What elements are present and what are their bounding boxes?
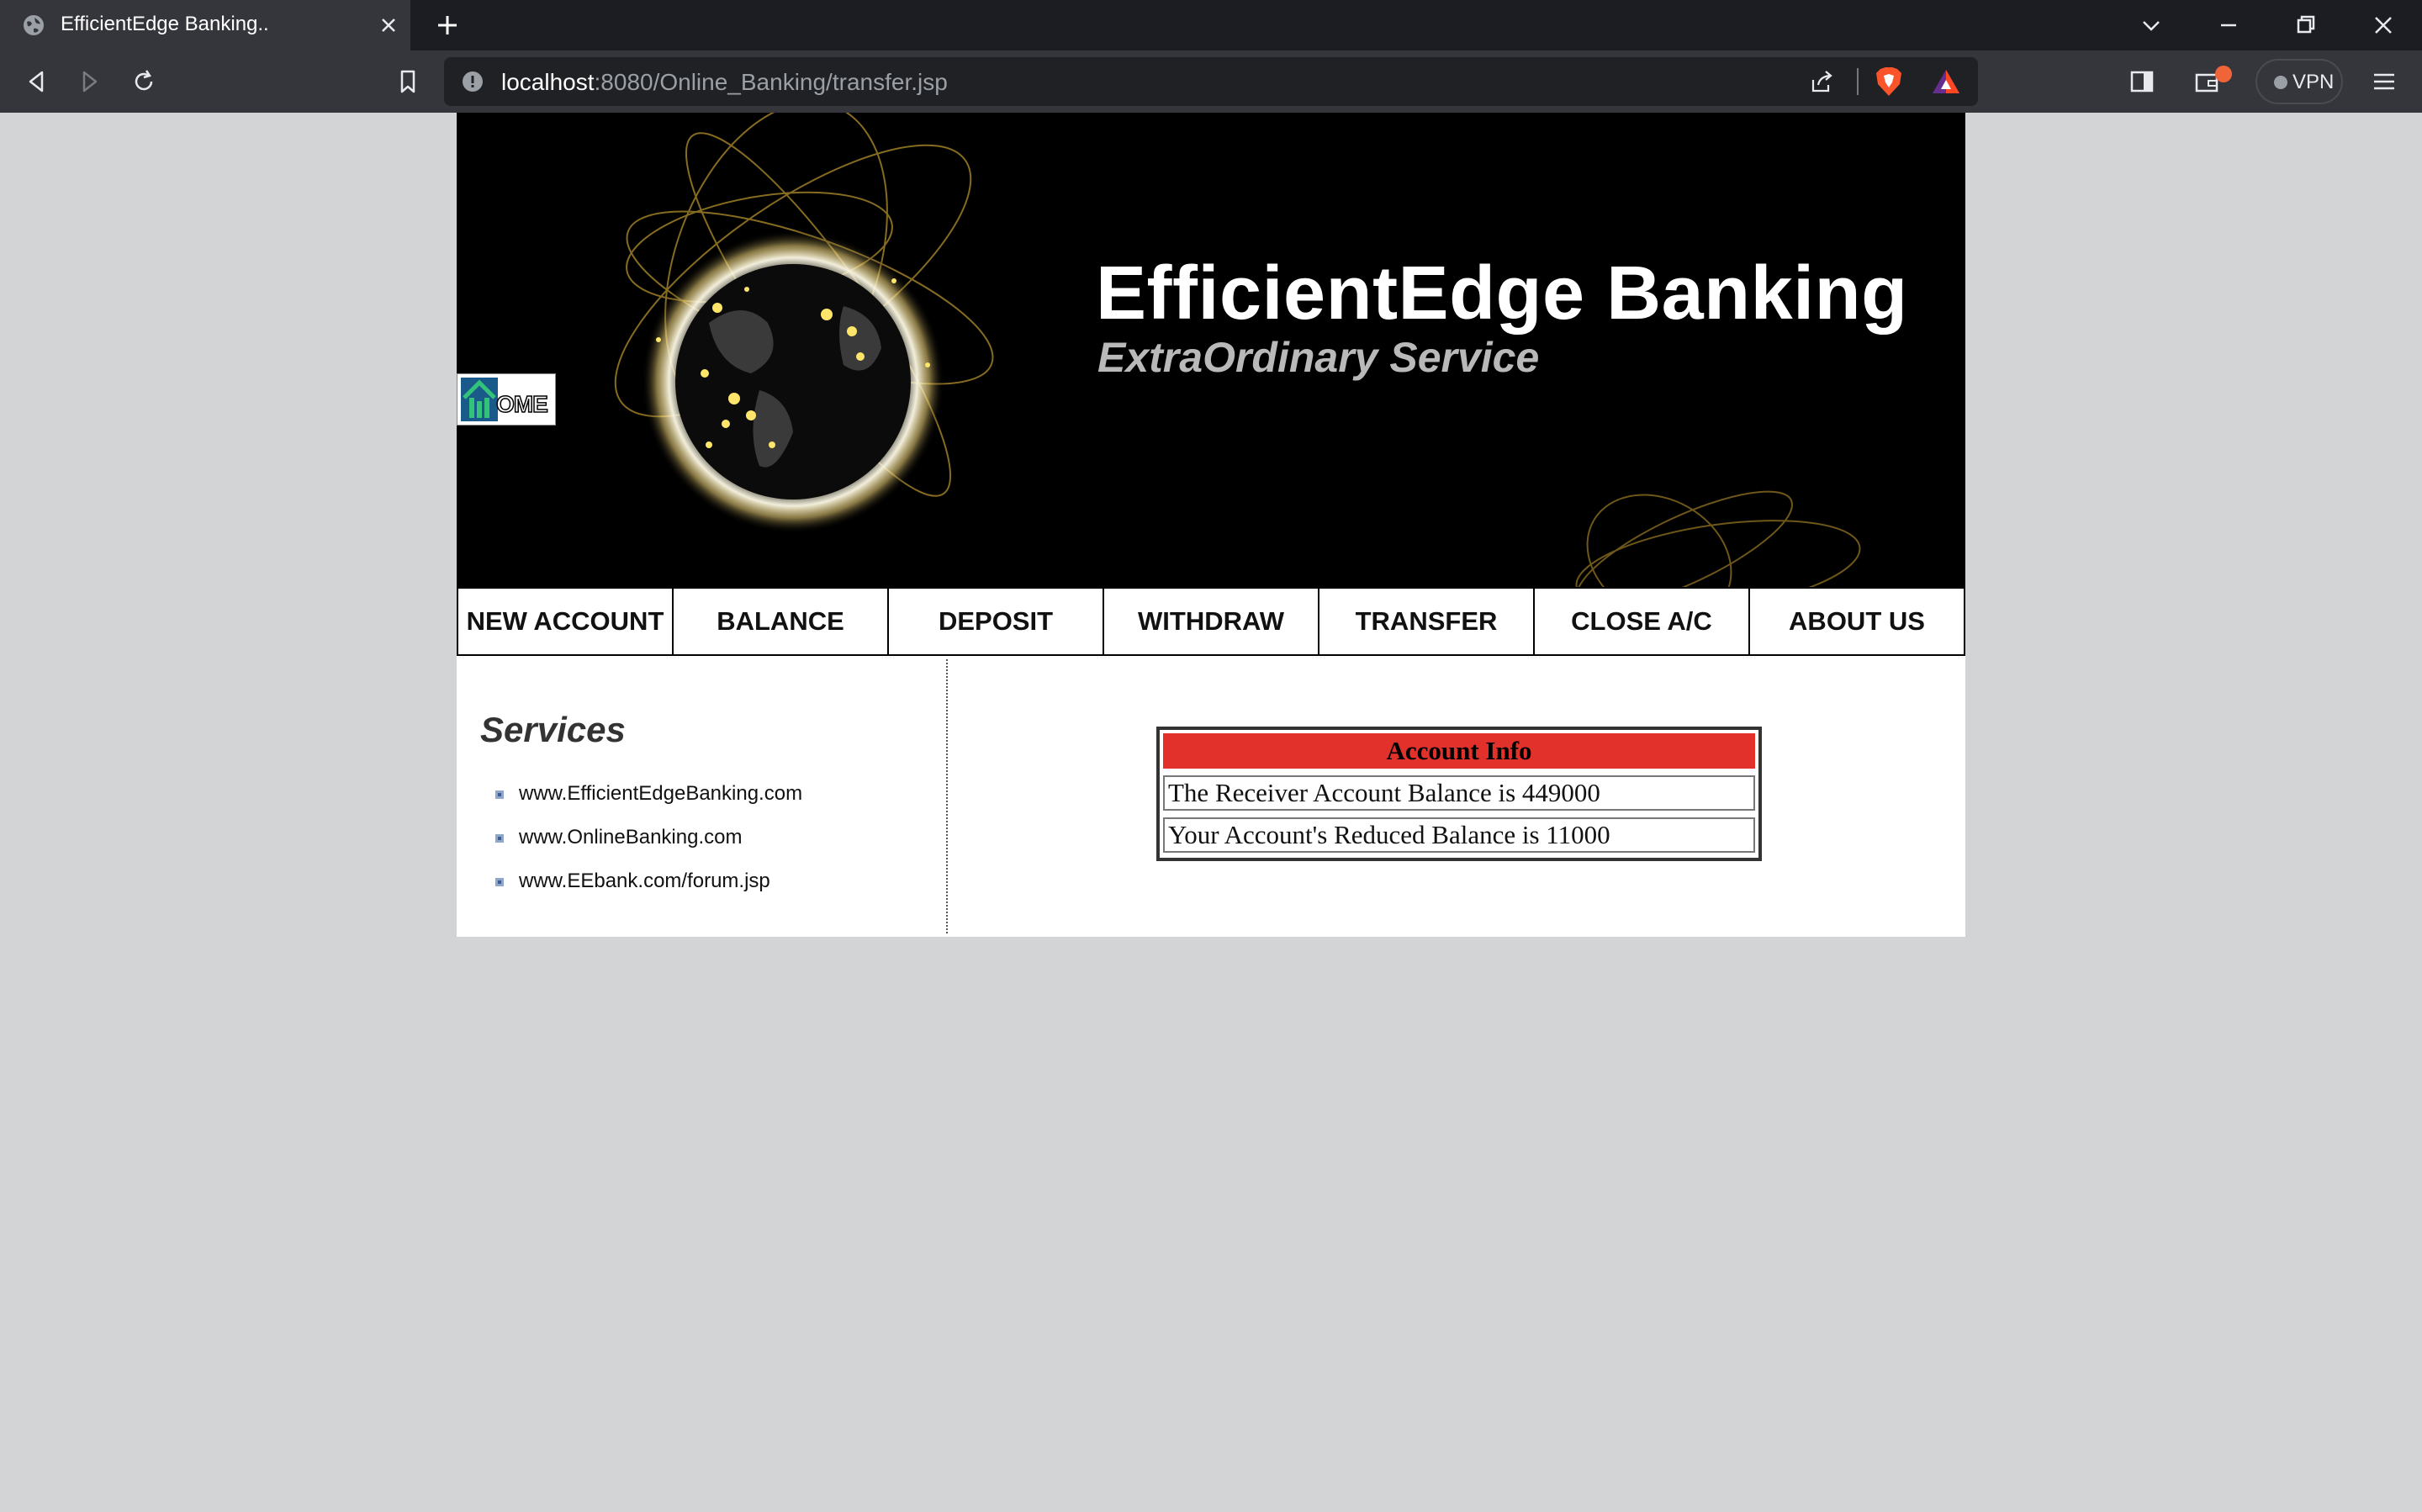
close-tab-icon[interactable] bbox=[377, 13, 400, 37]
url-divider bbox=[1857, 68, 1859, 95]
forward-icon[interactable] bbox=[76, 67, 104, 96]
nav-transfer[interactable]: TRANSFER bbox=[1319, 589, 1535, 654]
vpn-label: VPN bbox=[2292, 71, 2335, 93]
address-bar[interactable]: localhost:8080/Online_Banking/transfer.j… bbox=[444, 57, 1978, 106]
browser-toolbar: localhost:8080/Online_Banking/transfer.j… bbox=[0, 50, 2422, 113]
vpn-button[interactable]: VPN bbox=[2255, 59, 2343, 104]
receiver-balance-row: The Receiver Account Balance is 449000 bbox=[1163, 775, 1755, 811]
reload-icon[interactable] bbox=[130, 67, 158, 96]
home-label: OME bbox=[495, 390, 548, 418]
restore-icon[interactable] bbox=[2292, 12, 2319, 39]
bookmark-icon[interactable] bbox=[394, 67, 422, 96]
url-path: :8080/Online_Banking/transfer.jsp bbox=[594, 69, 948, 95]
account-info-table: Account Info The Receiver Account Balanc… bbox=[1156, 727, 1762, 861]
services-title: Services bbox=[480, 710, 626, 749]
tab-title: EfficientEdge Banking.. bbox=[61, 13, 269, 35]
nav-close-account[interactable]: CLOSE A/C bbox=[1535, 589, 1750, 654]
rewards-icon[interactable] bbox=[1931, 68, 1961, 95]
service-link-text: www.EfficientEdgeBanking.com bbox=[519, 782, 803, 805]
nav-new-account[interactable]: NEW ACCOUNT bbox=[458, 589, 674, 654]
browser-tab[interactable]: EfficientEdge Banking.. bbox=[0, 0, 410, 50]
sidebar-toggle-icon[interactable] bbox=[2128, 67, 2156, 96]
url-host: localhost bbox=[501, 69, 595, 95]
reduced-balance-row: Your Account's Reduced Balance is 11000 bbox=[1163, 817, 1755, 853]
url-text: localhost:8080/Online_Banking/transfer.j… bbox=[501, 69, 948, 96]
site-info-icon[interactable] bbox=[461, 70, 484, 93]
home-button[interactable]: OME bbox=[457, 373, 556, 426]
menu-icon[interactable] bbox=[2370, 67, 2398, 96]
back-icon[interactable] bbox=[22, 67, 50, 96]
notification-badge bbox=[2215, 66, 2232, 82]
close-window-icon[interactable] bbox=[2370, 12, 2397, 39]
account-info-header: Account Info bbox=[1163, 733, 1755, 769]
banner: EfficientEdge Banking ExtraOrdinary Serv… bbox=[457, 113, 1965, 587]
bullet-icon bbox=[495, 834, 504, 843]
share-icon[interactable] bbox=[1808, 68, 1835, 95]
brave-shields-icon[interactable] bbox=[1874, 66, 1904, 98]
bank-tagline: ExtraOrdinary Service bbox=[1097, 334, 1540, 381]
tab-list-chevron-icon[interactable] bbox=[2138, 12, 2165, 39]
main-nav: NEW ACCOUNT BALANCE DEPOSIT WITHDRAW TRA… bbox=[457, 587, 1965, 656]
vpn-status-dot bbox=[2274, 76, 2287, 89]
bullet-icon bbox=[495, 878, 504, 886]
service-link-text: www.OnlineBanking.com bbox=[519, 826, 743, 849]
services-sidebar: Services www.EfficientEdgeBanking.com ww… bbox=[457, 659, 948, 933]
globe-icon bbox=[24, 15, 44, 35]
minimize-icon[interactable] bbox=[2215, 12, 2242, 39]
tab-bar: EfficientEdge Banking.. bbox=[0, 0, 2422, 50]
nav-balance[interactable]: BALANCE bbox=[674, 589, 889, 654]
bullet-icon bbox=[495, 790, 504, 799]
nav-deposit[interactable]: DEPOSIT bbox=[889, 589, 1104, 654]
bank-title: EfficientEdge Banking bbox=[1096, 251, 1908, 336]
nav-about-us[interactable]: ABOUT US bbox=[1750, 589, 1964, 654]
house-icon bbox=[461, 378, 498, 421]
new-tab-icon[interactable] bbox=[434, 12, 461, 39]
bank-page: EfficientEdge Banking ExtraOrdinary Serv… bbox=[457, 113, 1965, 937]
service-link-text: www.EEbank.com/forum.jsp bbox=[519, 870, 770, 892]
nav-withdraw[interactable]: WITHDRAW bbox=[1104, 589, 1319, 654]
